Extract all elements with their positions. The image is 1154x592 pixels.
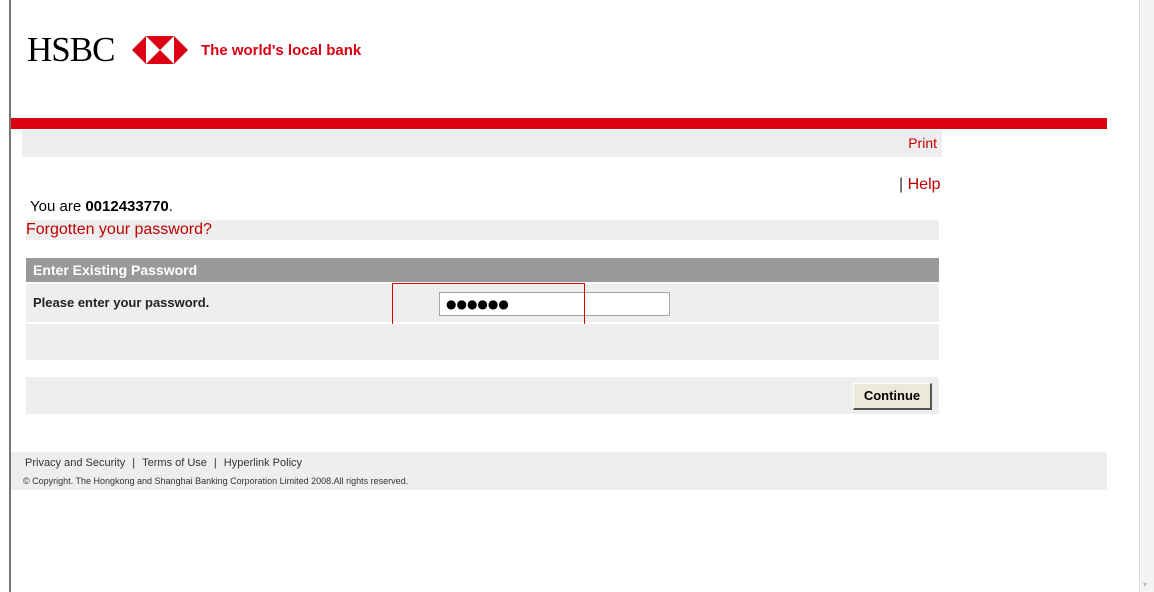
help-link-group: | Help — [899, 176, 941, 194]
footer-separator: | — [213, 457, 217, 469]
action-row: Continue — [26, 377, 939, 414]
section-title: Enter Existing Password — [33, 262, 198, 278]
user-identity: You are 0012433770. — [30, 198, 173, 216]
forgot-password-link[interactable]: Forgotten your password? — [26, 221, 212, 239]
copyright-text: © Copyright. The Hongkong and Shanghai B… — [23, 476, 409, 486]
print-link[interactable]: Print — [908, 135, 937, 151]
scroll-down-arrow-icon[interactable]: ▾ — [1143, 581, 1151, 589]
user-identity-suffix: . — [168, 198, 173, 215]
hsbc-hexagon-logo-icon — [132, 36, 188, 64]
continue-button[interactable]: Continue — [853, 383, 932, 410]
user-identity-prefix: You are — [30, 198, 86, 215]
window-border — [9, 0, 11, 592]
brand-logo-text: HSBC — [27, 30, 115, 69]
footer-links: Privacy and Security | Terms of Use | Hyperl… — [25, 457, 302, 470]
vertical-scrollbar[interactable] — [1139, 0, 1154, 592]
password-section-header: Enter Existing Password — [26, 258, 939, 282]
footer: Privacy and Security | Terms of Use | Hyperl… — [11, 452, 1107, 490]
terms-of-use-link[interactable]: Terms of Use — [142, 457, 207, 469]
hyperlink-policy-link[interactable]: Hyperlink Policy — [224, 457, 302, 469]
help-link[interactable]: Help — [908, 176, 941, 193]
privacy-security-link[interactable]: Privacy and Security — [25, 457, 125, 469]
footer-separator: | — [132, 457, 136, 469]
forgot-password-row: Forgotten your password? — [26, 220, 939, 240]
password-label: Please enter your password. — [33, 295, 210, 310]
spacer-row — [26, 324, 939, 360]
page: ▾ HSBC The world's local bank Print | He… — [0, 0, 1154, 592]
user-id: 0012433770 — [85, 198, 169, 215]
help-separator: | — [899, 176, 904, 193]
header-divider — [11, 118, 1107, 129]
utility-bar: Print — [22, 130, 942, 157]
brand-tagline: The world's local bank — [201, 42, 362, 59]
